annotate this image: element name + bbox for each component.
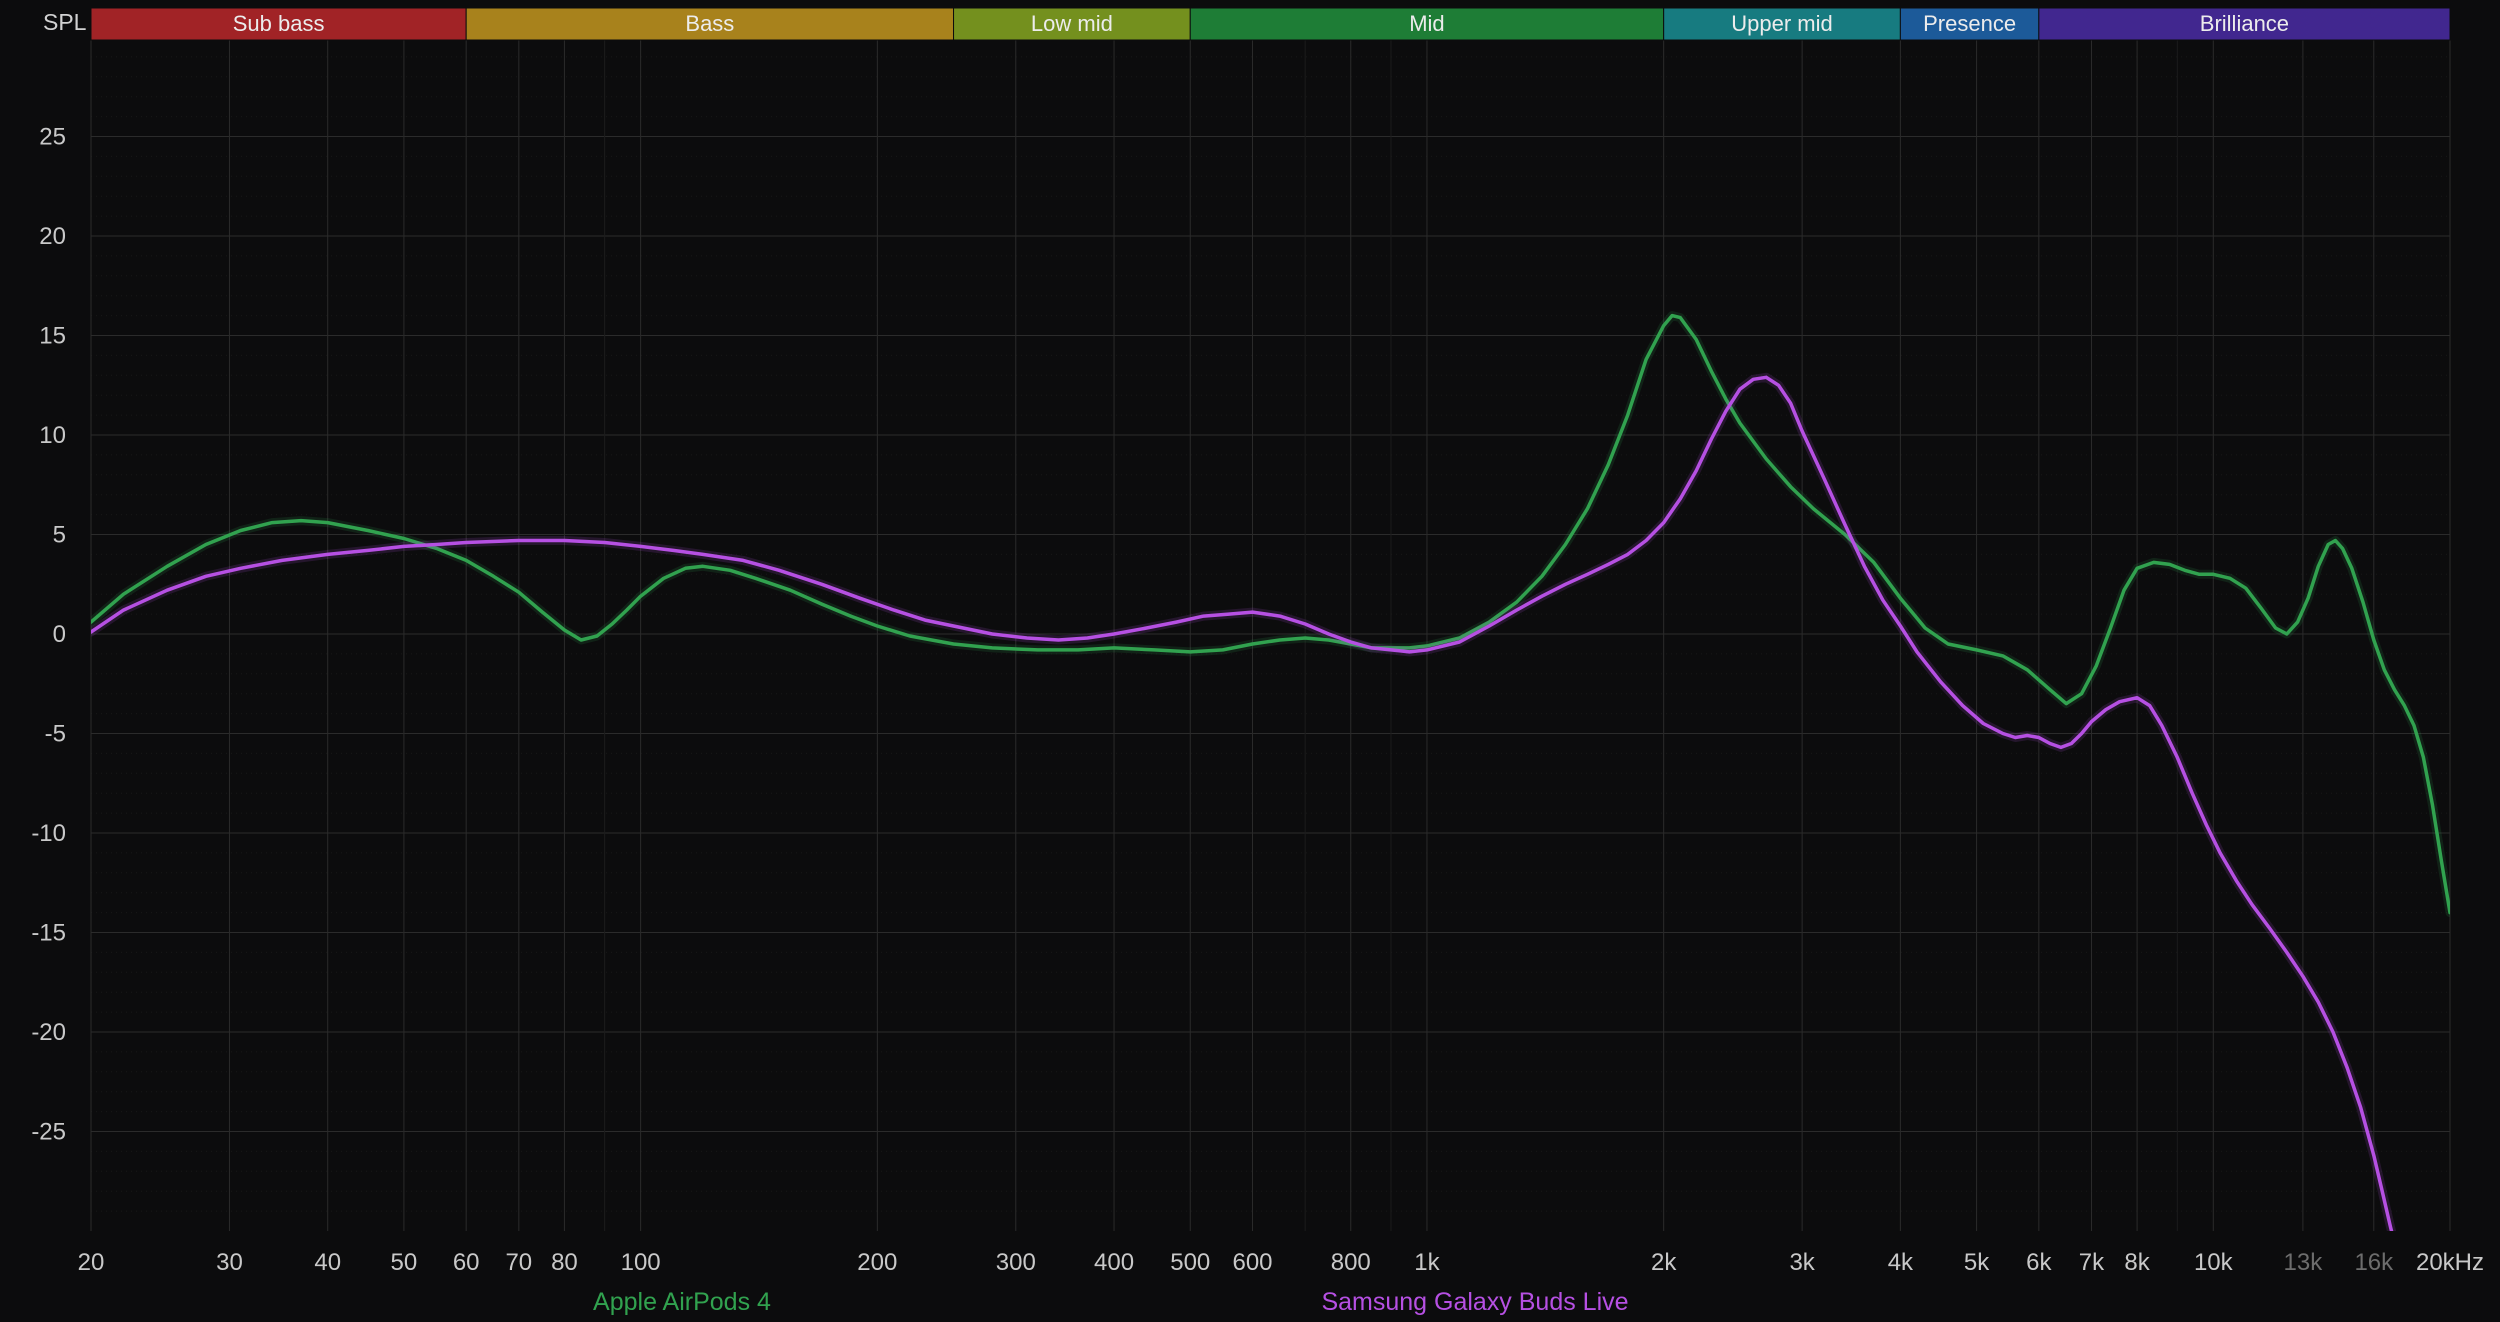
y-tick--10: -10 [31, 820, 66, 847]
y-tick--25: -25 [31, 1119, 66, 1146]
y-tick-5: 5 [53, 522, 66, 549]
frequency-response-page: Sub bass Bass Low mid Mid Upper mid Presence B… [0, 0, 2500, 1322]
grid-lines [90, 40, 2451, 1231]
y-tick-0: 0 [53, 621, 66, 648]
x-tick-16k: 16k [2354, 1249, 2394, 1276]
x-tick-80: 80 [551, 1249, 578, 1276]
band-label-brilliance: Brilliance [2200, 11, 2289, 36]
x-tick-200: 200 [857, 1249, 897, 1276]
legend-apple-airpods-4: Apple AirPods 4 [593, 1288, 771, 1316]
x-tick-4k: 4k [1888, 1249, 1914, 1276]
band-label-upper-mid: Upper mid [1731, 11, 1832, 36]
band-label-low-mid: Low mid [1031, 11, 1113, 36]
y-tick-10: 10 [39, 422, 66, 449]
spl-axis-title: SPL [43, 9, 87, 35]
x-tick-500: 500 [1170, 1249, 1210, 1276]
y-tick--5: -5 [45, 721, 66, 748]
x-tick-6k: 6k [2026, 1249, 2052, 1276]
band-label-sub-bass: Sub bass [233, 11, 325, 36]
y-tick-25: 25 [39, 124, 66, 151]
y-tick--20: -20 [31, 1019, 66, 1046]
x-tick-40: 40 [314, 1249, 341, 1276]
band-label-mid: Mid [1409, 11, 1444, 36]
band-label-presence: Presence [1923, 11, 2016, 36]
x-tick-60: 60 [453, 1249, 480, 1276]
series-glow-samsung-galaxy-buds-live [91, 372, 2397, 1231]
x-tick-300: 300 [996, 1249, 1036, 1276]
x-tick-10k: 10k [2194, 1249, 2234, 1276]
x-tick-8k: 8k [2124, 1249, 2150, 1276]
series-samsung-galaxy-buds-live [91, 375, 2394, 1231]
x-tick-20kHz: 20kHz [2416, 1249, 2484, 1276]
series-lines [91, 311, 2450, 1231]
x-tick-2k: 2k [1651, 1249, 1677, 1276]
x-tick-50: 50 [391, 1249, 418, 1276]
x-tick-800: 800 [1331, 1249, 1371, 1276]
y-tick--15: -15 [31, 920, 66, 947]
x-axis-labels: 20 30 40 50 60 70 80 100 200 300 400 500 600 800 1k 2k 3… [78, 1249, 2484, 1276]
y-axis-labels: 25 20 15 10 5 0 -5 -10 -15 -20 -25 [31, 124, 66, 1146]
legend-samsung-galaxy-buds-live: Samsung Galaxy Buds Live [1321, 1288, 1628, 1316]
x-tick-400: 400 [1094, 1249, 1134, 1276]
x-tick-1k: 1k [1414, 1249, 1440, 1276]
x-tick-100: 100 [621, 1249, 661, 1276]
x-tick-7k: 7k [2079, 1249, 2105, 1276]
x-tick-13k: 13k [2284, 1249, 2324, 1276]
frequency-response-chart: Sub bass Bass Low mid Mid Upper mid Presence B… [31, 7, 2484, 1316]
band-label-bass: Bass [685, 11, 734, 36]
frequency-band-bar: Sub bass Bass Low mid Mid Upper mid Presence B… [90, 7, 2451, 41]
x-tick-20: 20 [78, 1249, 105, 1276]
x-tick-600: 600 [1232, 1249, 1272, 1276]
x-tick-3k: 3k [1789, 1249, 1815, 1276]
y-tick-20: 20 [39, 223, 66, 250]
x-tick-30: 30 [216, 1249, 243, 1276]
x-tick-70: 70 [505, 1249, 532, 1276]
y-tick-15: 15 [39, 323, 66, 350]
x-tick-5k: 5k [1964, 1249, 1990, 1276]
